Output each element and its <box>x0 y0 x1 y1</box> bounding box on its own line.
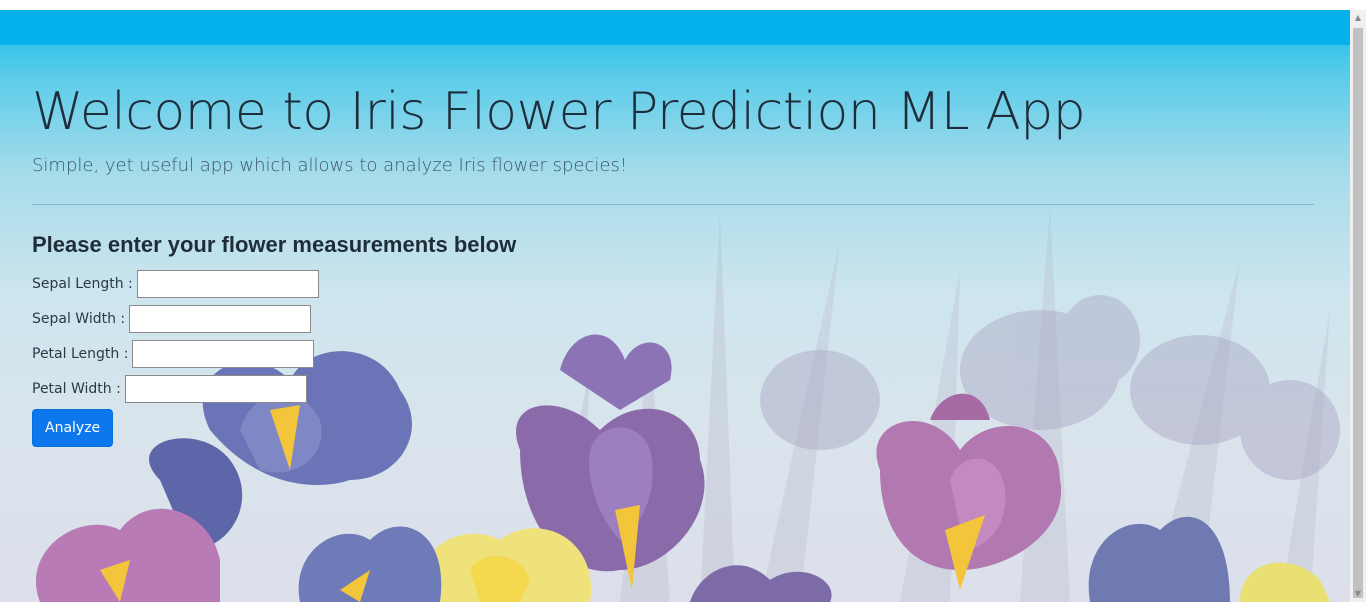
page-title: Welcome to Iris Flower Prediction ML App <box>32 82 1086 142</box>
petal-length-label: Petal Length : <box>32 346 129 362</box>
page-viewport: Welcome to Iris Flower Prediction ML App… <box>0 10 1350 602</box>
petal-width-label: Petal Width : <box>32 381 121 397</box>
vertical-scrollbar[interactable]: ▲ ▼ <box>1350 10 1366 602</box>
petal-length-input[interactable] <box>132 340 315 368</box>
page-subtitle: Simple, yet useful app which allows to a… <box>32 155 628 176</box>
analyze-button[interactable]: Analyze <box>32 409 114 447</box>
petal-width-row: Petal Width : <box>32 374 1314 404</box>
jumbotron-content: Welcome to Iris Flower Prediction ML App… <box>32 80 1314 447</box>
petal-length-row: Petal Length : <box>32 339 1314 369</box>
sepal-length-row: Sepal Length : <box>32 269 1314 299</box>
petal-width-input[interactable] <box>124 375 307 403</box>
scrollbar-thumb[interactable] <box>1353 28 1363 598</box>
sepal-length-label: Sepal Length : <box>32 276 133 292</box>
scroll-down-arrow-icon[interactable]: ▼ <box>1350 586 1366 602</box>
sepal-width-label: Sepal Width : <box>32 311 126 327</box>
sepal-width-input[interactable] <box>129 305 312 333</box>
measurement-form: Please enter your flower measurements be… <box>32 231 1314 447</box>
scroll-up-arrow-icon[interactable]: ▲ <box>1350 10 1366 26</box>
sepal-width-row: Sepal Width : <box>32 304 1314 334</box>
header-divider <box>32 204 1314 205</box>
window-top-edge <box>0 0 1366 10</box>
sepal-length-input[interactable] <box>136 270 319 298</box>
form-heading: Please enter your flower measurements be… <box>32 232 517 257</box>
